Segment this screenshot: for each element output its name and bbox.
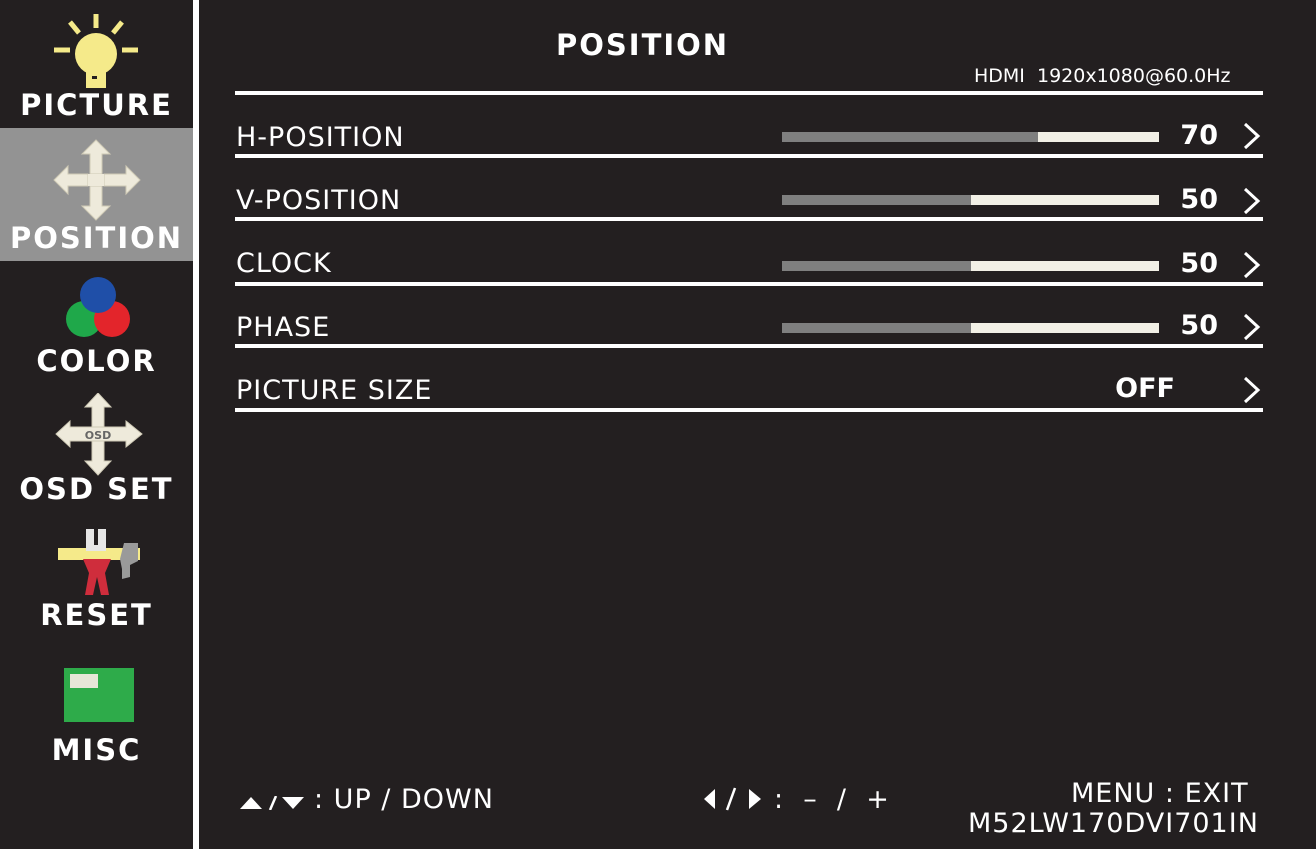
setting-value: 50 — [1180, 184, 1218, 215]
up-down-arrows-icon — [240, 796, 304, 810]
setting-label: H-POSITION — [236, 122, 405, 153]
setting-value: 70 — [1180, 120, 1218, 151]
row-divider — [235, 282, 1263, 286]
sidebar-item-label: RESET — [40, 598, 153, 632]
hint-menu-exit: MENU : EXIT — [1071, 778, 1249, 809]
chevron-right-icon[interactable] — [1240, 375, 1262, 405]
sidebar-item-color[interactable]: COLOR — [0, 261, 193, 381]
slider-fill — [782, 323, 971, 333]
sidebar: PICTURE POSITION COLOR OSD OSD SET RESET… — [0, 0, 193, 849]
sidebar-item-label: OSD SET — [19, 472, 174, 506]
sidebar-divider — [193, 0, 199, 849]
sidebar-item-misc[interactable]: MISC — [0, 641, 193, 771]
hint-minus-plus: : – / + — [774, 784, 890, 815]
page-title: POSITION — [556, 28, 730, 62]
sidebar-item-label: POSITION — [9, 221, 184, 255]
row-divider — [235, 154, 1263, 158]
row-divider — [235, 217, 1263, 221]
chevron-right-icon[interactable] — [1240, 250, 1262, 280]
header-divider — [235, 91, 1263, 95]
setting-value: 50 — [1180, 248, 1218, 279]
chevron-right-icon[interactable] — [1240, 186, 1262, 216]
setting-label: PHASE — [236, 312, 331, 343]
osd-arrows-icon: OSD — [55, 393, 143, 476]
rgb-circles-icon — [66, 277, 130, 337]
slider-fill — [782, 261, 971, 271]
row-divider — [235, 408, 1263, 412]
misc-screen-icon — [64, 668, 134, 722]
v-position-slider[interactable] — [782, 195, 1159, 205]
h-position-slider[interactable] — [782, 132, 1159, 142]
move-arrows-icon — [53, 139, 141, 221]
slider-fill — [782, 132, 1039, 142]
sidebar-item-picture[interactable]: PICTURE — [0, 0, 193, 128]
sidebar-item-label: PICTURE — [20, 88, 173, 122]
row-divider — [235, 344, 1263, 348]
slider-fill — [782, 195, 971, 205]
sidebar-item-label: MISC — [51, 733, 142, 767]
clock-slider[interactable] — [782, 261, 1159, 271]
svg-text:OSD: OSD — [85, 429, 111, 442]
tools-icon — [58, 529, 140, 595]
setting-label: V-POSITION — [236, 185, 402, 216]
left-right-arrows-icon — [704, 787, 761, 811]
chevron-right-icon[interactable] — [1240, 312, 1262, 342]
sidebar-item-osd-set[interactable]: OSD OSD SET — [0, 381, 193, 511]
phase-slider[interactable] — [782, 323, 1159, 333]
sidebar-item-reset[interactable]: RESET — [0, 511, 193, 641]
model-number: M52LW170DVI701IN — [968, 808, 1259, 839]
lightbulb-icon — [54, 14, 138, 88]
setting-value: 50 — [1180, 310, 1218, 341]
chevron-right-icon[interactable] — [1240, 121, 1262, 151]
signal-source-info: HDMI 1920x1080@60.0Hz — [974, 65, 1231, 87]
setting-value: OFF — [1115, 373, 1175, 404]
hint-up-down: : UP / DOWN — [314, 784, 494, 815]
sidebar-item-label: COLOR — [36, 344, 157, 378]
sidebar-item-position[interactable]: POSITION — [0, 128, 193, 261]
setting-label: CLOCK — [236, 248, 332, 279]
setting-label: PICTURE SIZE — [236, 375, 433, 406]
